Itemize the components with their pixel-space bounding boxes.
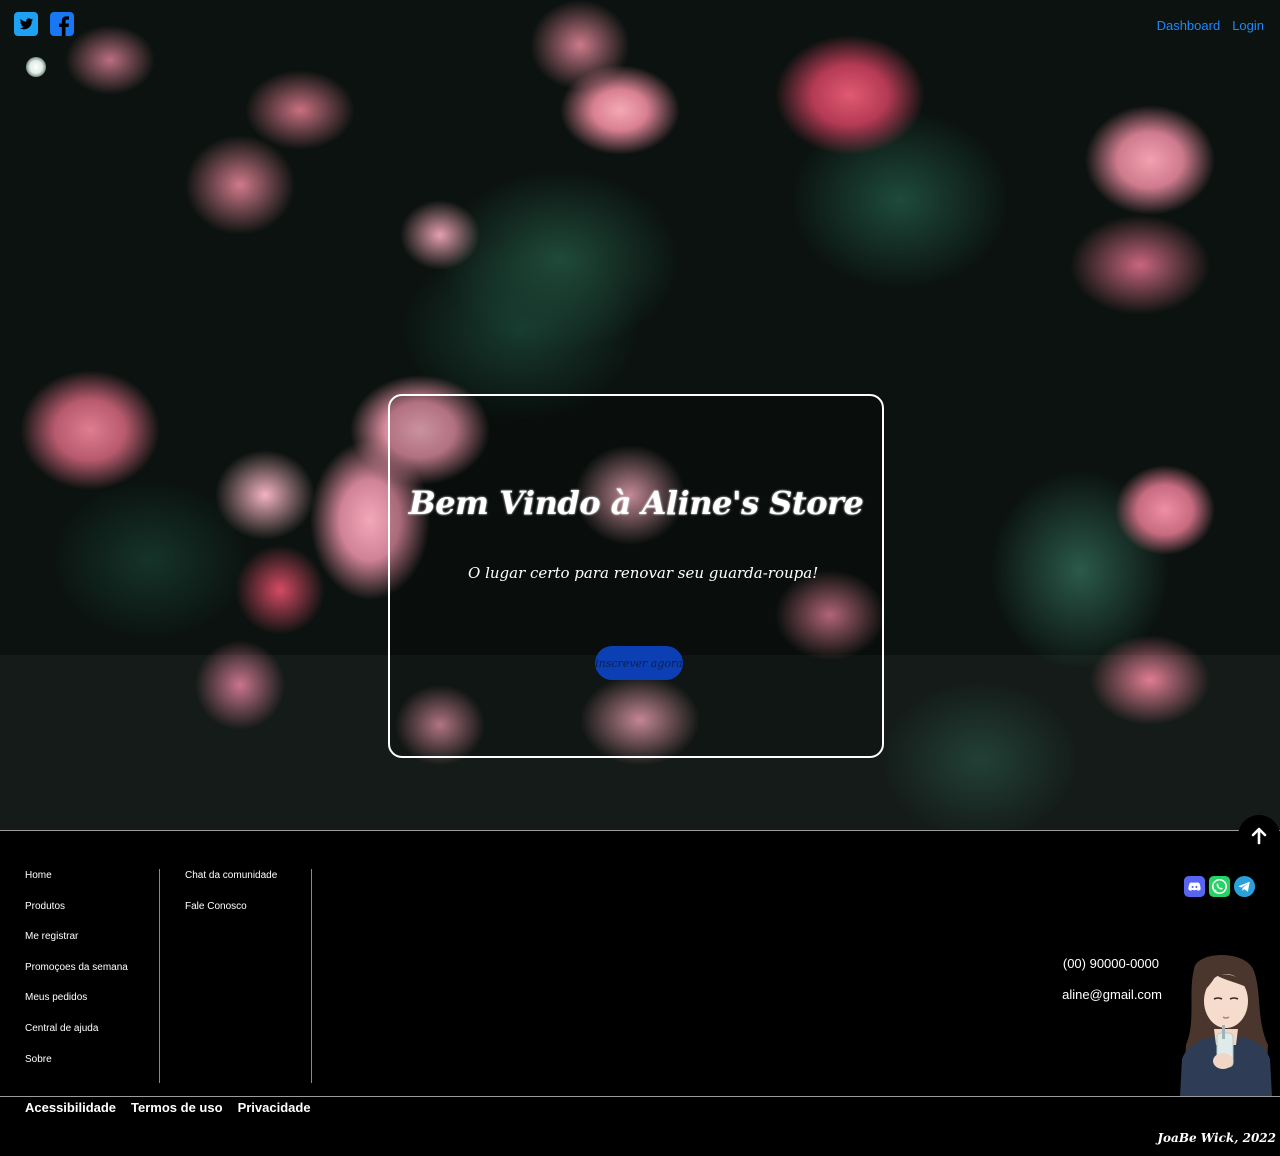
- author-signature: JoaBe Wick, 2022: [1157, 1131, 1276, 1145]
- facebook-icon[interactable]: [50, 12, 74, 36]
- footer-link-promocoes[interactable]: Promoçoes da semana: [25, 961, 159, 992]
- contact-phone: (00) 90000-0000: [1062, 956, 1159, 971]
- footer-link-produtos[interactable]: Produtos: [25, 900, 159, 931]
- nav-login-link[interactable]: Login: [1232, 18, 1264, 33]
- arrow-up-icon: [1251, 827, 1267, 845]
- footer-link-home[interactable]: Home: [25, 869, 159, 900]
- telegram-icon[interactable]: [1233, 875, 1256, 898]
- footer-link-sobre[interactable]: Sobre: [25, 1053, 159, 1084]
- contact-email: aline@gmail.com: [1062, 987, 1162, 1002]
- footer: Home Produtos Me registrar Promoçoes da …: [0, 815, 1280, 1156]
- welcome-subtitle: O lugar certo para renovar seu guarda-ro…: [468, 564, 819, 582]
- footer-divider: [0, 1096, 1280, 1097]
- discord-icon[interactable]: [1183, 875, 1206, 898]
- footer-social-links: [1183, 875, 1256, 898]
- footer-link-me-registrar[interactable]: Me registrar: [25, 930, 159, 961]
- welcome-title: Bem Vindo à Aline's Store: [408, 484, 864, 522]
- footer-links-column-community: Chat da comunidade Fale Conosco: [160, 869, 312, 1083]
- footer-link-chat-comunidade[interactable]: Chat da comunidade: [185, 869, 311, 900]
- footer-link-meus-pedidos[interactable]: Meus pedidos: [25, 991, 159, 1022]
- header-social-links: [14, 12, 74, 36]
- legal-links: Acessibilidade Termos de uso Privacidade: [25, 1100, 311, 1115]
- legal-link-privacidade[interactable]: Privacidade: [238, 1100, 311, 1115]
- welcome-card: Bem Vindo à Aline's Store O lugar certo …: [388, 394, 884, 758]
- hero-section: Dashboard Login Bem Vindo à Aline's Stor…: [0, 0, 1280, 830]
- footer-links-column-main: Home Produtos Me registrar Promoçoes da …: [0, 869, 160, 1083]
- header-nav: Dashboard Login: [1157, 18, 1264, 33]
- footer-link-central-de-ajuda[interactable]: Central de ajuda: [25, 1022, 159, 1053]
- nav-dashboard-link[interactable]: Dashboard: [1157, 18, 1221, 33]
- subscribe-now-button[interactable]: inscrever agora: [595, 646, 683, 680]
- legal-link-acessibilidade[interactable]: Acessibilidade: [25, 1100, 116, 1115]
- scroll-to-top-button[interactable]: [1238, 815, 1280, 857]
- footer-link-fale-conosco[interactable]: Fale Conosco: [185, 900, 311, 931]
- whatsapp-icon[interactable]: [1208, 875, 1231, 898]
- legal-link-termos-de-uso[interactable]: Termos de uso: [131, 1100, 223, 1115]
- twitter-icon[interactable]: [14, 12, 38, 36]
- light-glare: [26, 57, 46, 77]
- avatar: [1180, 955, 1272, 1097]
